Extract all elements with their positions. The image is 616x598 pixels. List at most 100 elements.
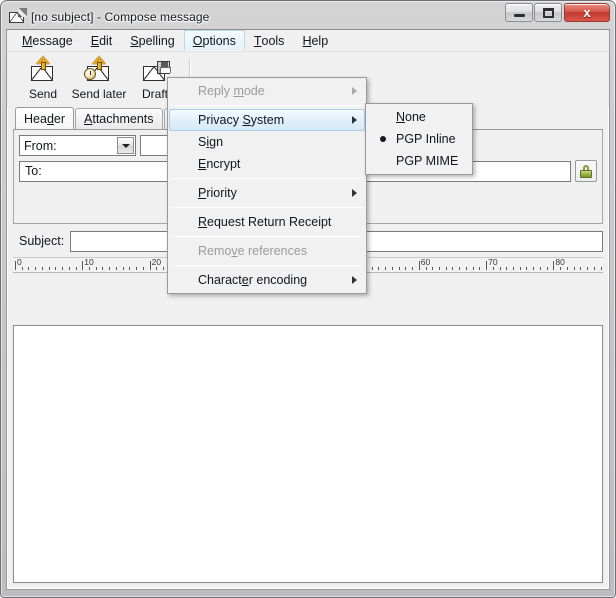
tab-header-label: Header xyxy=(24,111,66,126)
menu-item-character-encoding-label: Character encoding xyxy=(198,273,308,287)
menubar-label-edit: dit xyxy=(99,33,113,48)
ruler-minor-tick xyxy=(499,267,501,270)
from-dropdown-button[interactable] xyxy=(117,137,134,154)
ruler-minor-tick xyxy=(519,267,521,270)
menu-item-sign[interactable]: Sign xyxy=(169,131,365,153)
send-later-button[interactable]: Send later xyxy=(71,56,127,102)
ruler-major-tick xyxy=(82,261,84,270)
ruler-minor-tick xyxy=(566,267,568,270)
ruler-minor-tick xyxy=(560,267,562,270)
menubar-item-spelling[interactable]: Spelling xyxy=(121,30,183,51)
ruler-minor-tick xyxy=(425,267,427,270)
ruler-label: 20 xyxy=(151,257,162,267)
menu-item-reply-mode-label: Reply mode xyxy=(198,84,265,98)
menu-item-privacy-system[interactable]: Privacy System xyxy=(169,109,365,131)
draft-button-label: Draft xyxy=(141,87,168,101)
draft-save-icon xyxy=(140,59,171,85)
ruler-minor-tick xyxy=(89,267,91,270)
menu-item-encrypt-label: Encrypt xyxy=(198,157,241,171)
menu-bar: Message Edit Spelling Options Tools Help xyxy=(7,30,609,52)
menu-separator xyxy=(171,236,363,237)
menu-item-priority-label: Priority xyxy=(198,186,237,200)
message-body-editor[interactable] xyxy=(13,325,603,583)
ruler-minor-tick xyxy=(573,267,575,270)
submenu-item-pgp-inline-label: PGP Inline xyxy=(396,132,456,146)
radio-selected-icon xyxy=(380,136,386,142)
menu-item-remove-references-label: Remove references xyxy=(198,244,308,258)
submenu-item-pgp-inline[interactable]: PGP Inline xyxy=(367,128,471,150)
ruler-major-tick xyxy=(15,261,16,270)
ruler-minor-tick xyxy=(526,267,528,270)
menubar-item-options[interactable]: Options xyxy=(183,30,245,51)
send-envelope-icon xyxy=(28,56,58,85)
ruler-minor-tick xyxy=(55,267,57,270)
menu-item-priority[interactable]: Priority xyxy=(169,182,365,204)
tab-header[interactable]: Header xyxy=(15,107,75,129)
send-later-button-label: Send later xyxy=(71,87,127,101)
ruler-minor-tick xyxy=(405,267,407,270)
ruler-major-tick xyxy=(149,261,151,270)
tab-attachments[interactable]: Attachments xyxy=(75,108,163,129)
ruler-minor-tick xyxy=(391,267,393,270)
menu-item-request-return-receipt[interactable]: Request Return Receipt xyxy=(169,211,365,233)
ruler-minor-tick xyxy=(48,267,50,270)
client-area: Message Edit Spelling Options Tools Help… xyxy=(6,29,610,590)
menubar-item-message[interactable]: Message xyxy=(13,30,82,51)
title-bar: [no subject] - Compose message x xyxy=(6,3,610,29)
tab-attachments-label: Attachments xyxy=(84,112,154,126)
submenu-item-pgp-mime-label: PGP MIME xyxy=(396,154,459,168)
ruler-label: 0 xyxy=(17,257,22,267)
ruler-minor-tick xyxy=(539,267,541,270)
menu-item-reply-mode[interactable]: Reply mode xyxy=(169,80,365,102)
menu-item-encrypt[interactable]: Encrypt xyxy=(169,153,365,175)
compose-message-window: [no subject] - Compose message x Message… xyxy=(0,0,616,598)
submenu-item-none[interactable]: None xyxy=(367,106,471,128)
minimize-icon xyxy=(513,14,525,17)
send-button[interactable]: Send xyxy=(15,56,71,102)
to-label: To: xyxy=(25,164,42,178)
menu-separator xyxy=(171,207,363,208)
menubar-item-tools[interactable]: Tools xyxy=(245,30,294,51)
chevron-right-icon xyxy=(352,116,357,124)
menubar-item-help[interactable]: Help xyxy=(293,30,337,51)
send-button-label: Send xyxy=(28,87,58,101)
ruler-minor-tick xyxy=(506,267,508,270)
ruler-minor-tick xyxy=(412,267,414,270)
ruler-minor-tick xyxy=(28,267,30,270)
ruler-minor-tick xyxy=(75,267,77,270)
submenu-item-none-label: None xyxy=(396,110,426,124)
chevron-down-icon xyxy=(121,143,130,148)
window-controls: x xyxy=(504,3,610,22)
maximize-button[interactable] xyxy=(534,3,562,22)
minimize-button[interactable] xyxy=(505,3,533,22)
ruler-minor-tick xyxy=(398,267,400,270)
ruler-minor-tick xyxy=(459,267,461,270)
menu-item-privacy-system-label: Privacy System xyxy=(198,113,285,127)
maximize-icon xyxy=(542,7,554,18)
close-button[interactable]: x xyxy=(564,3,610,22)
from-combobox[interactable]: From: xyxy=(19,135,136,156)
ruler-label: 60 xyxy=(420,257,431,267)
encryption-lock-button[interactable] xyxy=(575,160,597,182)
ruler-minor-tick xyxy=(587,267,589,270)
ruler-minor-tick xyxy=(371,267,373,270)
ruler-minor-tick xyxy=(472,267,474,270)
ruler-minor-tick xyxy=(513,267,515,270)
ruler-minor-tick xyxy=(136,267,138,270)
menubar-item-edit[interactable]: Edit xyxy=(82,30,122,51)
ruler-minor-tick xyxy=(21,267,23,270)
privacy-system-submenu: None PGP Inline PGP MIME xyxy=(365,103,473,175)
submenu-item-pgp-mime[interactable]: PGP MIME xyxy=(367,150,471,172)
chevron-right-icon xyxy=(352,276,357,284)
ruler-minor-tick xyxy=(580,267,582,270)
menu-item-character-encoding[interactable]: Character encoding xyxy=(169,269,365,291)
menu-separator xyxy=(171,105,363,106)
ruler-minor-tick xyxy=(479,267,481,270)
ruler-minor-tick xyxy=(95,267,97,270)
ruler-minor-tick xyxy=(142,267,144,270)
ruler-minor-tick xyxy=(156,267,158,270)
menu-item-remove-references[interactable]: Remove references xyxy=(169,240,365,262)
ruler-minor-tick xyxy=(68,267,70,270)
ruler-minor-tick xyxy=(465,267,467,270)
ruler-minor-tick xyxy=(62,267,64,270)
